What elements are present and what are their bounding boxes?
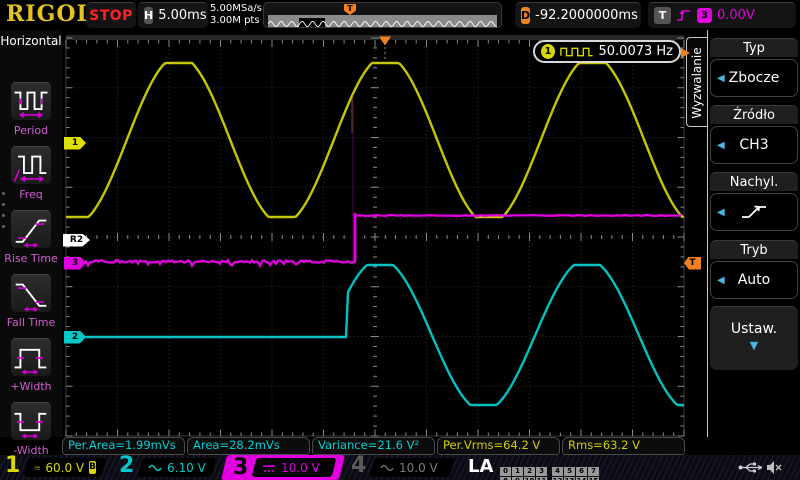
delay-icon: D [521, 7, 530, 24]
bandwidth-limit-icon: B [89, 461, 96, 474]
menu-item-plus-width[interactable]: +Width [0, 338, 62, 402]
ch4-number[interactable]: 4 [351, 453, 366, 478]
measurement-area[interactable]: Area=28.2mVs [187, 437, 310, 455]
horizontal-scale-box[interactable]: H 5.00ms [138, 2, 208, 28]
la-row-bottom: 89101112131415 [500, 468, 600, 477]
rise-time-icon [11, 210, 51, 248]
trigger-type-button[interactable]: ◀ Zbocze [710, 59, 798, 97]
ch1-status[interactable]: 60.0 V B [24, 458, 107, 477]
left-arrow-icon: ◀ [717, 140, 725, 151]
scope-grid-and-traces [62, 30, 685, 445]
trigger-source-group: Źródło ◀ CH3 [710, 105, 798, 164]
left-menu-title: Horizontal [0, 34, 62, 48]
ch3-value-box: 10.0 V [252, 458, 337, 477]
group-header: Nachyl. [710, 172, 798, 191]
ch1-number[interactable]: 1 [5, 453, 20, 478]
waveform-display [62, 30, 685, 445]
left-arrow-icon: ◀ [717, 275, 725, 286]
measurement-variance[interactable]: Variance=21.6 V² [312, 437, 435, 455]
trigger-mode-button[interactable]: ◀ Auto [710, 261, 798, 299]
speaker-muted-icon [766, 460, 783, 475]
trigger-status-box[interactable]: T 3 0.00V [648, 2, 796, 28]
frequency-counter: 1 50.0073 Hz [533, 40, 681, 63]
menu-item-fall-time[interactable]: Fall Time [0, 274, 62, 338]
timebase-value: 5.00ms [158, 8, 206, 23]
measurement-rms[interactable]: Rms=63.2 V [562, 437, 685, 455]
left-menu: Horizontal Period Freq Rise Time [0, 30, 62, 437]
plus-width-icon [11, 338, 51, 376]
offscreen-marker-arrow-icon [681, 48, 690, 58]
delay-value: -92.2000000ms [535, 8, 638, 23]
delay-box[interactable]: D -92.2000000ms [515, 2, 641, 28]
overview-trigger-pin-icon[interactable]: T [344, 4, 356, 15]
ac-coupling-icon [148, 463, 162, 473]
la-row-top: 01234567 [500, 458, 600, 467]
memory-depth: 3.00M pts [210, 15, 262, 27]
menu-item-freq[interactable]: Freq [0, 146, 62, 210]
menu-divider [707, 30, 708, 437]
fall-time-icon [11, 274, 51, 312]
freq-icon [11, 146, 51, 184]
h-key-icon: H [144, 7, 153, 24]
sample-rate: 5.00MSa/s [210, 3, 262, 15]
rigol-logo: RIGOL [6, 1, 93, 27]
group-header: Tryb [710, 240, 798, 259]
counter-value: 50.0073 Hz [599, 44, 674, 59]
group-header: Źródło [710, 105, 798, 124]
run-state-label: STOP [89, 8, 133, 24]
menu-item-period[interactable]: Period [0, 82, 62, 146]
trigger-level-value: 0.00V [717, 8, 755, 23]
ac-coupling-icon [380, 463, 394, 473]
ch3-number: 3 [233, 455, 248, 480]
trigger-slope-button[interactable]: ◀ [710, 193, 798, 231]
overview-wave [268, 18, 497, 27]
trigger-source-button[interactable]: ◀ CH3 [710, 126, 798, 164]
ch2-number[interactable]: 2 [119, 453, 134, 478]
trigger-settings-button[interactable]: Ustaw. ▼ [710, 306, 798, 370]
minus-width-icon [11, 402, 51, 440]
dc-coupling-icon [262, 463, 276, 473]
menu-item-rise-time[interactable]: Rise Time [0, 210, 62, 274]
trigger-mode-group: Tryb ◀ Auto [710, 240, 798, 299]
left-arrow-icon: ◀ [717, 207, 725, 218]
top-bar: RIGOL STOP H 5.00ms 5.00MSa/s 3.00M pts … [0, 0, 800, 30]
counter-channel-badge: 1 [541, 44, 555, 59]
la-label[interactable]: LA [468, 456, 493, 477]
dc-coupling-icon [34, 463, 40, 473]
trigger-slope-icon [676, 8, 692, 23]
measurement-bar: Per.Area=1.99mVs Area=28.2mVs Variance=2… [62, 437, 685, 455]
down-arrow-icon: ▼ [710, 339, 798, 352]
ch3-status-selected[interactable]: 3 10.0 V [221, 455, 345, 480]
square-wave-icon [560, 46, 594, 58]
group-header: Typ [710, 38, 798, 57]
trigger-slope-group: Nachyl. ◀ [710, 172, 798, 231]
usb-icon [738, 462, 762, 473]
overview-band [268, 15, 497, 27]
run-stop-status[interactable]: STOP [86, 2, 136, 28]
rising-edge-icon [739, 202, 769, 222]
oscilloscope-screen: RIGOL STOP H 5.00ms 5.00MSa/s 3.00M pts … [0, 0, 800, 480]
ch4-status[interactable]: 10.0 V [370, 458, 455, 477]
acquisition-info: 5.00MSa/s 3.00M pts [210, 3, 262, 27]
left-arrow-icon: ◀ [717, 73, 725, 84]
ch2-status[interactable]: 6.10 V [138, 458, 217, 477]
trigger-key-icon: T [654, 7, 671, 24]
la-digital-channels[interactable]: 01234567 89101112131415 [500, 458, 600, 478]
trigger-source-badge: 3 [697, 8, 712, 23]
measurement-per-vrms[interactable]: Per.Vrms=64.2 V [437, 437, 560, 455]
period-icon [11, 82, 51, 120]
trigger-type-group: Typ ◀ Zbocze [710, 38, 798, 97]
channel-status-bar: 1 60.0 V B 2 6.10 V 3 [0, 455, 800, 480]
trigger-menu: Wyzwalanie Typ ◀ Zbocze Źródło ◀ CH3 Nac… [685, 30, 800, 445]
waveform-overview[interactable]: T [263, 2, 502, 28]
